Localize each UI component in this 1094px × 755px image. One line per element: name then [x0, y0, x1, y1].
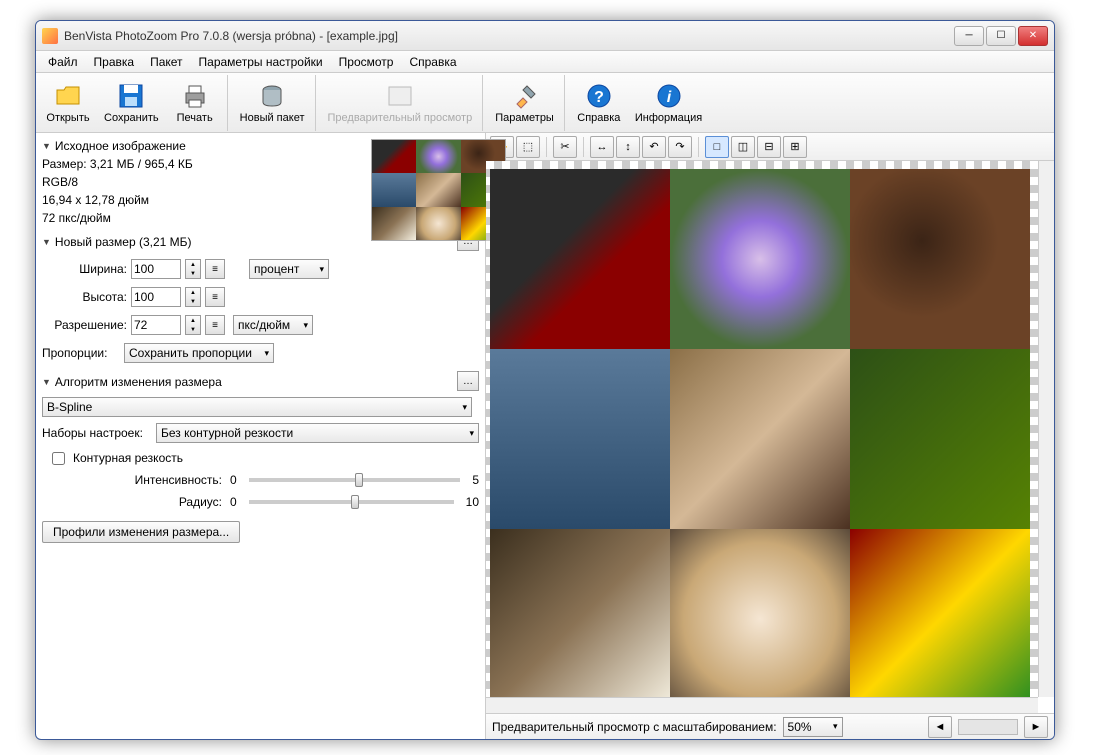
zoom-select[interactable]: 50%	[783, 717, 843, 737]
print-button[interactable]: Печать	[167, 77, 223, 129]
height-spinner[interactable]: ▲▼	[185, 287, 201, 307]
close-button[interactable]: ✕	[1018, 26, 1048, 46]
radius-max: 10	[466, 495, 479, 509]
scroll-left-button[interactable]: ◄	[928, 716, 952, 738]
algorithm-more-button[interactable]: …	[457, 371, 479, 391]
maximize-button[interactable]: ☐	[986, 26, 1016, 46]
intensity-max: 5	[472, 473, 479, 487]
crop-tool[interactable]: ✂	[553, 136, 577, 158]
resolution-lock-button[interactable]: ≡	[205, 315, 225, 335]
proportions-select[interactable]: Сохранить пропорции	[124, 343, 274, 363]
unsharp-checkbox[interactable]	[52, 452, 65, 465]
menu-help[interactable]: Справка	[401, 53, 464, 71]
image-icon	[386, 82, 414, 110]
unsharp-label: Контурная резкость	[73, 451, 183, 465]
menu-batch[interactable]: Пакет	[142, 53, 190, 71]
bottom-scrollbar[interactable]	[958, 719, 1018, 735]
radius-slider[interactable]	[249, 500, 454, 504]
view-single-button[interactable]: □	[705, 136, 729, 158]
width-label: Ширина:	[42, 262, 127, 276]
width-input[interactable]	[131, 259, 181, 279]
view-split-h-button[interactable]: ◫	[731, 136, 755, 158]
view-toolbar: ✋ ⬚ ✂ ↔ ↕ ↶ ↷ □ ◫ ⊟ ⊞	[486, 133, 1054, 161]
window-title: BenVista PhotoZoom Pro 7.0.8 (wersja pró…	[64, 29, 954, 43]
menubar: Файл Правка Пакет Параметры настройки Пр…	[36, 51, 1054, 73]
database-plus-icon	[258, 82, 286, 110]
preview-button[interactable]: Предварительный просмотр	[322, 77, 479, 129]
help-icon: ?	[585, 82, 613, 110]
height-input[interactable]	[131, 287, 181, 307]
proportions-label: Пропорции:	[42, 346, 120, 360]
help-button[interactable]: ? Справка	[571, 77, 627, 129]
size-unit-select[interactable]: процент	[249, 259, 329, 279]
info-icon: i	[655, 82, 683, 110]
resolution-unit-select[interactable]: пкс/дюйм	[233, 315, 313, 335]
svg-text:?: ?	[594, 89, 604, 106]
presets-label: Наборы настроек:	[42, 426, 152, 440]
open-button[interactable]: Открыть	[40, 77, 96, 129]
right-panel: ✋ ⬚ ✂ ↔ ↕ ↶ ↷ □ ◫ ⊟ ⊞	[486, 133, 1054, 739]
rotate-ccw-tool[interactable]: ↶	[642, 136, 666, 158]
svg-text:i: i	[666, 89, 671, 106]
save-button[interactable]: Сохранить	[98, 77, 165, 129]
resolution-input[interactable]	[131, 315, 181, 335]
width-spinner[interactable]: ▲▼	[185, 259, 201, 279]
intensity-slider[interactable]	[249, 478, 461, 482]
rotate-cw-tool[interactable]: ↷	[668, 136, 692, 158]
vertical-scrollbar[interactable]	[1038, 161, 1054, 697]
main-toolbar: Открыть Сохранить Печать Новый пакет Пре…	[36, 73, 1054, 133]
algorithm-select[interactable]: B-Spline	[42, 397, 472, 417]
intensity-label: Интенсивность:	[102, 473, 222, 487]
statusbar: Предварительный просмотр с масштабирован…	[486, 713, 1054, 739]
params-button[interactable]: Параметры	[489, 77, 560, 129]
app-window: BenVista PhotoZoom Pro 7.0.8 (wersja pró…	[35, 20, 1055, 740]
preview-image	[490, 169, 1030, 709]
resolution-spinner[interactable]: ▲▼	[185, 315, 201, 335]
menu-edit[interactable]: Правка	[86, 53, 143, 71]
resize-profiles-button[interactable]: Профили изменения размера...	[42, 521, 240, 543]
info-button[interactable]: i Информация	[629, 77, 708, 129]
view-split-v-button[interactable]: ⊟	[757, 136, 781, 158]
scroll-right-button[interactable]: ►	[1024, 716, 1048, 738]
width-lock-button[interactable]: ≡	[205, 259, 225, 279]
select-tool[interactable]: ⬚	[516, 136, 540, 158]
menu-view[interactable]: Просмотр	[331, 53, 402, 71]
flip-h-tool[interactable]: ↔	[590, 136, 614, 158]
new-batch-button[interactable]: Новый пакет	[234, 77, 311, 129]
floppy-icon	[117, 82, 145, 110]
menu-file[interactable]: Файл	[40, 53, 86, 71]
app-icon	[42, 28, 58, 44]
left-panel: Исходное изображение Размер: 3,21 МБ / 9…	[36, 133, 486, 739]
height-label: Высота:	[42, 290, 127, 304]
resolution-label: Разрешение:	[42, 318, 127, 332]
algorithm-section-header[interactable]: Алгоритм изменения размера	[42, 375, 453, 389]
zoom-label: Предварительный просмотр с масштабирован…	[492, 720, 777, 734]
horizontal-scrollbar[interactable]	[486, 697, 1038, 713]
view-quad-button[interactable]: ⊞	[783, 136, 807, 158]
tools-icon	[511, 82, 539, 110]
presets-select[interactable]: Без контурной резкости	[156, 423, 479, 443]
menu-options[interactable]: Параметры настройки	[191, 53, 331, 71]
printer-icon	[181, 82, 209, 110]
titlebar: BenVista PhotoZoom Pro 7.0.8 (wersja pró…	[36, 21, 1054, 51]
open-folder-icon	[54, 82, 82, 110]
minimize-button[interactable]: ─	[954, 26, 984, 46]
preview-area[interactable]	[486, 161, 1054, 713]
height-lock-button[interactable]: ≡	[205, 287, 225, 307]
flip-v-tool[interactable]: ↕	[616, 136, 640, 158]
radius-min: 0	[230, 495, 237, 509]
intensity-min: 0	[230, 473, 237, 487]
radius-label: Радиус:	[102, 495, 222, 509]
